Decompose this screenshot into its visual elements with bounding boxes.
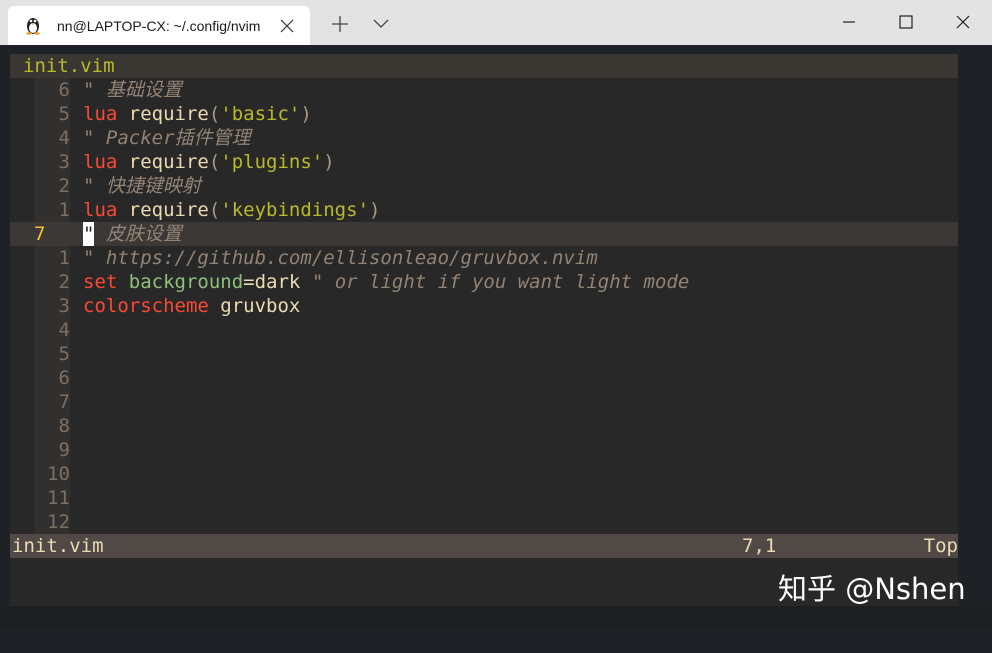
close-tab-icon[interactable] [280,18,294,33]
line-number: 2 [34,174,70,198]
watermark: 知乎 @Nshen [778,572,966,606]
current-line[interactable]: 7 " 皮肤设置 [10,222,958,246]
line-number: 12 [34,510,70,534]
bottom-strip [0,607,992,628]
line-code: set background=dark " or light if you wa… [83,270,689,294]
statusline-filename: init.vim [12,535,104,557]
new-tab-plus-icon[interactable] [330,14,350,34]
line-number: 2 [34,270,70,294]
linux-penguin-icon [23,15,43,35]
code-token: ) [369,199,381,221]
line-number: 6 [34,366,70,390]
code-token: ( [208,199,221,221]
code-token: require [117,199,209,221]
code-line[interactable]: 7 [10,390,958,414]
line-code: " 皮肤设置 [83,222,182,246]
code-token: gruvbox [208,295,301,317]
line-code: lua require('keybindings') [83,198,380,222]
code-token: ) [300,103,312,125]
statusline: init.vim 7,1 Top [10,534,958,558]
code-token: colorscheme [83,295,209,317]
code-line[interactable]: 1 " https://github.com/ellisonleao/gruvbo… [10,246,958,270]
line-number: 8 [34,414,70,438]
line-code: lua require('plugins') [83,150,335,174]
neovim-editor[interactable]: init.vim 6 " 基础设置 5 lua require('basic') 4 " … [10,54,958,534]
code-line[interactable]: 4 " Packer插件管理 [10,126,958,150]
winbar-filename: init.vim [10,54,958,78]
code-token: 'keybindings' [220,199,370,221]
line-code: " Packer插件管理 [83,126,251,150]
minimize-icon [843,21,855,23]
code-token: ( [208,103,221,125]
maximize-icon [899,15,913,29]
code-token: =dark [243,271,301,293]
cursor-position: 7,1 [742,535,777,557]
code-token: lua [83,103,118,125]
code-line[interactable]: 6 [10,366,958,390]
terminal-area[interactable]: init.vim 6 " 基础设置 5 lua require('basic') 4 " … [10,45,992,607]
code-line[interactable]: 8 [10,414,958,438]
code-line[interactable]: 2 " 快捷键映射 [10,174,958,198]
code-token: " 快捷键映射 [83,175,201,197]
minimize-button[interactable] [826,0,872,45]
code-token: 'basic' [220,103,301,125]
line-number: 4 [34,126,70,150]
line-code: " 快捷键映射 [83,174,201,198]
close-icon [956,15,970,29]
code-line[interactable]: 1 lua require('keybindings') [10,198,958,222]
close-window-button[interactable] [940,0,986,45]
text-cursor: " [83,222,95,246]
code-line[interactable]: 5 [10,342,958,366]
code-token: ) [323,151,335,173]
line-number: 11 [34,486,70,510]
code-token: " or light if you want light mode [300,271,690,293]
line-number: 4 [34,318,70,342]
line-number: 3 [34,150,70,174]
code-token: require [117,151,209,173]
line-number: 1 [34,246,70,270]
code-line[interactable]: 2 set background=dark " or light if you w… [10,270,958,294]
chevron-down-icon[interactable] [372,16,390,32]
line-code: lua require('basic') [83,102,312,126]
line-number: 7 [34,222,70,246]
line-code: " https://github.com/ellisonleao/gruvbox… [83,246,598,270]
line-number: 3 [34,294,70,318]
code-token: set [83,271,118,293]
code-token: lua [83,199,118,221]
tab-title: nn@LAPTOP-CX: ~/.config/nvim [57,18,261,34]
code-line[interactable]: 12 [10,510,958,534]
code-line[interactable]: 11 [10,486,958,510]
line-number: 1 [34,198,70,222]
line-number: 5 [34,342,70,366]
code-token: 皮肤设置 [94,223,182,245]
code-token: " 基础设置 [83,79,182,101]
code-line[interactable]: 4 [10,318,958,342]
line-code: colorscheme gruvbox [83,294,300,318]
code-token: background [117,271,244,293]
title-bar: nn@LAPTOP-CX: ~/.config/nvim [0,0,992,45]
line-number: 5 [34,102,70,126]
code-token: ( [208,151,221,173]
scroll-position: Top [923,535,958,557]
line-number: 10 [34,462,70,486]
code-token: 'plugins' [220,151,324,173]
code-line[interactable]: 3 lua require('plugins') [10,150,958,174]
code-token: lua [83,151,118,173]
code-line[interactable]: 9 [10,438,958,462]
code-token: " https://github.com/ellisonleao/gruvbox… [83,247,598,269]
code-line[interactable]: 6 " 基础设置 [10,78,958,102]
terminal-tab[interactable]: nn@LAPTOP-CX: ~/.config/nvim [8,6,310,45]
code-line[interactable]: 10 [10,462,958,486]
code-token: " Packer插件管理 [83,127,251,149]
line-code: " 基础设置 [83,78,182,102]
code-line[interactable]: 5 lua require('basic') [10,102,958,126]
maximize-button[interactable] [883,0,929,45]
line-number: 9 [34,438,70,462]
line-number: 6 [34,78,70,102]
code-token: require [117,103,209,125]
code-line[interactable]: 3 colorscheme gruvbox [10,294,958,318]
line-number: 7 [34,390,70,414]
